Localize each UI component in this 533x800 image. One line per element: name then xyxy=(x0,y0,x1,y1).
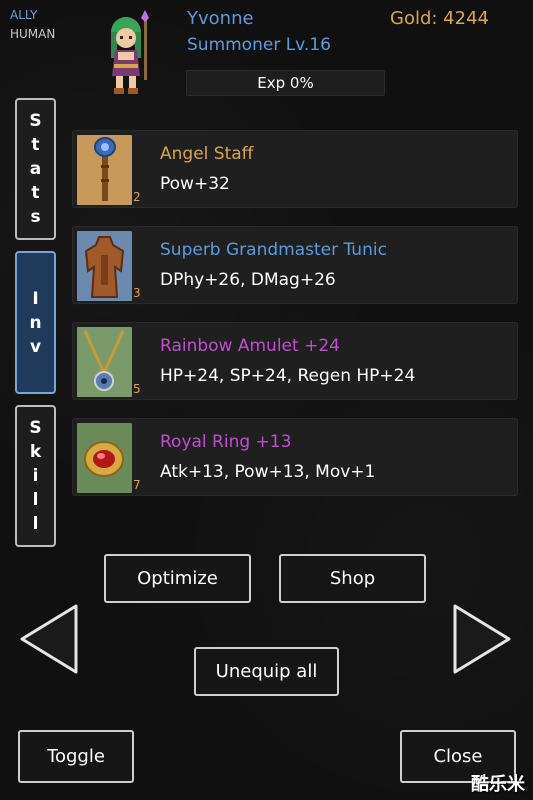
item-name: Royal Ring +13 xyxy=(160,432,292,452)
item-name: Angel Staff xyxy=(160,144,254,164)
tab-skill-letter: k xyxy=(29,442,42,462)
ring-icon xyxy=(77,423,132,493)
previous-character-arrow-icon[interactable] xyxy=(19,603,79,675)
toggle-button[interactable]: Toggle xyxy=(18,730,134,783)
tab-stats-letter: t xyxy=(31,183,40,203)
experience-label: Exp 0% xyxy=(257,74,314,92)
tab-skill-letter: l xyxy=(32,490,39,510)
equipment-row-weapon[interactable]: 2 Angel Staff Pow+32 xyxy=(72,130,518,208)
equipment-row-ring[interactable]: 7 Royal Ring +13 Atk+13, Pow+13, Mov+1 xyxy=(72,418,518,496)
tab-stats-letter: a xyxy=(29,159,42,179)
tab-inventory-letter: n xyxy=(29,312,42,333)
item-name: Rainbow Amulet +24 xyxy=(160,336,340,356)
equipment-slot-number: 2 xyxy=(133,190,141,204)
item-stats: HP+24, SP+24, Regen HP+24 xyxy=(160,366,416,386)
watermark: 酷乐米 xyxy=(471,774,525,795)
next-character-arrow-icon[interactable] xyxy=(452,603,512,675)
faction-label: ALLY xyxy=(10,8,38,22)
equipment-slot-number: 3 xyxy=(133,286,141,300)
tab-skill-letter: l xyxy=(32,514,39,534)
tab-stats-letter: s xyxy=(30,207,41,227)
tab-skill[interactable]: S k i l l xyxy=(15,405,56,547)
item-stats: Atk+13, Pow+13, Mov+1 xyxy=(160,462,376,482)
character-portrait xyxy=(100,8,160,98)
tab-inventory-letter: I xyxy=(32,288,39,309)
gold-counter: Gold: 4244 xyxy=(390,8,489,29)
tab-stats-letter: t xyxy=(31,135,40,155)
item-stats: DPhy+26, DMag+26 xyxy=(160,270,336,290)
unequip-all-button[interactable]: Unequip all xyxy=(194,647,339,696)
tab-skill-letter: i xyxy=(32,466,39,486)
item-stats: Pow+32 xyxy=(160,174,230,194)
equipment-row-armor[interactable]: 3 Superb Grandmaster Tunic DPhy+26, DMag… xyxy=(72,226,518,304)
tab-skill-letter: S xyxy=(29,418,42,438)
equipment-slot-number: 5 xyxy=(133,382,141,396)
amulet-icon xyxy=(77,327,132,397)
tab-inventory[interactable]: I n v xyxy=(15,251,56,394)
staff-icon xyxy=(77,135,132,205)
tab-inventory-letter: v xyxy=(29,336,42,357)
character-class-level: Summoner Lv.16 xyxy=(187,35,331,55)
tunic-icon xyxy=(77,231,132,301)
optimize-button[interactable]: Optimize xyxy=(104,554,251,603)
equipment-row-accessory[interactable]: 5 Rainbow Amulet +24 HP+24, SP+24, Regen… xyxy=(72,322,518,400)
character-name: Yvonne xyxy=(187,8,254,29)
race-label: HUMAN xyxy=(10,27,56,41)
shop-button[interactable]: Shop xyxy=(279,554,426,603)
tab-stats-letter: S xyxy=(29,111,42,131)
tab-stats[interactable]: S t a t s xyxy=(15,98,56,240)
item-name: Superb Grandmaster Tunic xyxy=(160,240,387,260)
experience-bar: Exp 0% xyxy=(186,70,385,96)
equipment-slot-number: 7 xyxy=(133,478,141,492)
